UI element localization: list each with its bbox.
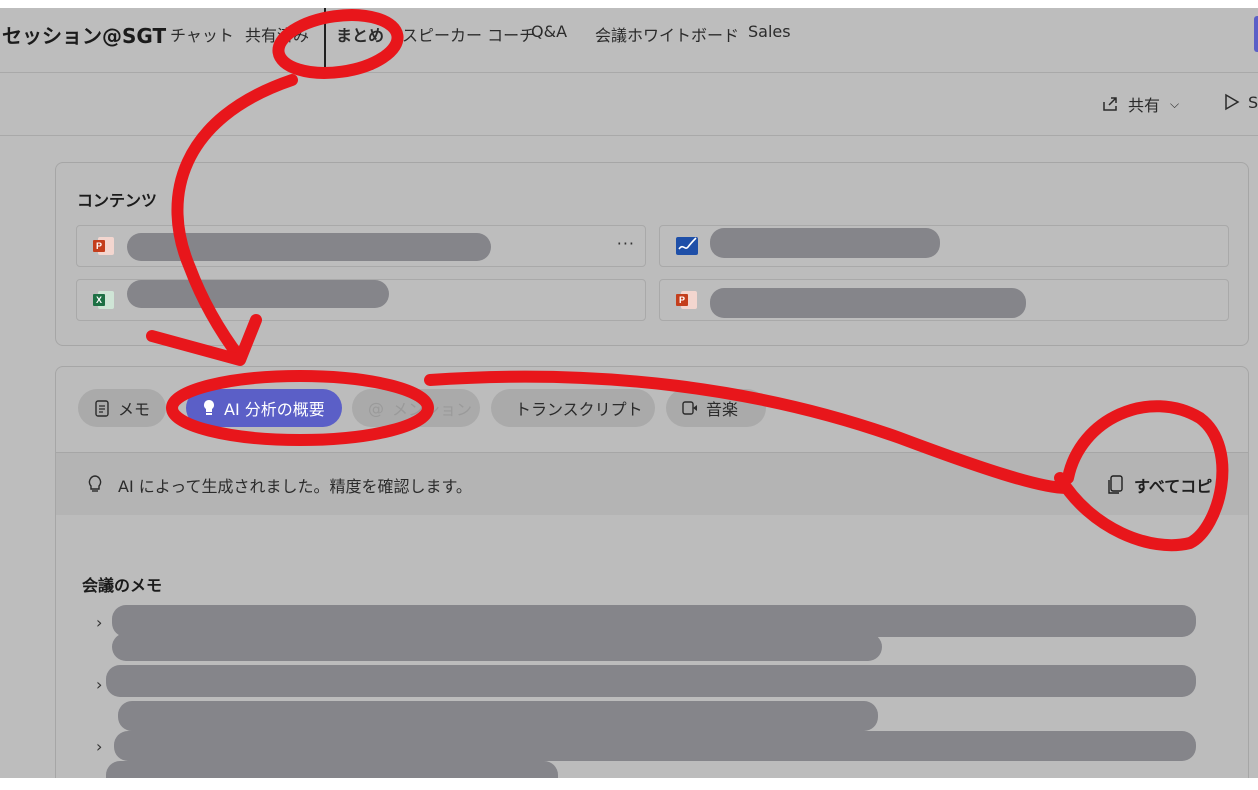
powerpoint-icon: P <box>93 237 114 255</box>
redacted-note <box>118 701 878 731</box>
file-tile[interactable]: P ··· <box>76 225 646 267</box>
file-tile[interactable]: P <box>659 279 1229 321</box>
at-icon: @ <box>368 398 384 418</box>
content-section-title: コンテンツ <box>77 191 158 210</box>
share-label: 共有 <box>1128 96 1161 115</box>
tab-whiteboard[interactable]: 会議ホワイトボード <box>595 22 739 46</box>
meeting-notes-title: 会議のメモ <box>82 576 163 595</box>
ai-notice-bar: AI によって生成されました。精度を確認します。 すべてコピ <box>56 452 1248 515</box>
redacted-file-name <box>127 233 491 261</box>
tab-audio-label: 音楽 <box>706 400 739 419</box>
meeting-title: セッション@SGT <box>2 24 167 48</box>
ai-notice-text: AI によって生成されました。精度を確認します。 <box>118 477 472 496</box>
redacted-note <box>106 665 1196 697</box>
tab-sales[interactable]: Sales <box>748 22 791 41</box>
tab-speaker-coach[interactable]: スピーカー コーチ <box>402 22 535 46</box>
share-button[interactable]: 共有 ⌵ <box>1100 92 1179 116</box>
play-icon <box>1225 93 1240 111</box>
content-card: コンテンツ P ··· X P <box>55 162 1249 346</box>
tab-notes-label: メモ <box>117 400 150 419</box>
teams-meeting-window: セッション@SGT チャット 共有済み まとめ スピーカー コーチ Q&A 会議… <box>0 8 1258 778</box>
tab-transcript-label: トランスクリプト <box>515 400 643 419</box>
tab-mentions[interactable]: @ メンション <box>352 389 480 427</box>
svg-text:P: P <box>96 241 102 251</box>
tab-recap[interactable]: まとめ <box>336 22 384 46</box>
play-label: S <box>1248 92 1258 112</box>
file-tile[interactable] <box>659 225 1229 267</box>
lightbulb-icon <box>88 475 102 492</box>
meeting-header: セッション@SGT チャット 共有済み まとめ スピーカー コーチ Q&A 会議… <box>0 8 1258 73</box>
redacted-note <box>112 633 882 661</box>
tab-ai-summary-label: AI 分析の概要 <box>224 400 325 419</box>
recap-card: メモ AI 分析の概要 @ メンション トランスクリプト 音楽 AI によって生… <box>55 366 1249 778</box>
file-tile[interactable]: X <box>76 279 646 321</box>
whiteboard-icon <box>676 237 698 255</box>
chevron-right-icon[interactable]: › <box>96 675 102 694</box>
more-options-icon[interactable]: ··· <box>617 234 635 253</box>
lightbulb-icon <box>204 400 214 415</box>
redacted-note <box>114 731 1196 761</box>
chevron-right-icon[interactable]: › <box>96 613 102 632</box>
tab-ai-summary[interactable]: AI 分析の概要 <box>186 389 342 427</box>
svg-text:X: X <box>96 295 102 305</box>
tab-notes[interactable]: メモ <box>78 389 166 427</box>
tab-chat[interactable]: チャット <box>170 22 234 46</box>
tab-shared[interactable]: 共有済み <box>245 22 309 46</box>
active-tab-indicator <box>338 66 374 70</box>
redacted-note <box>106 761 558 778</box>
share-icon <box>1103 97 1117 111</box>
join-button-edge[interactable] <box>1254 16 1258 52</box>
redacted-file-name <box>127 280 389 308</box>
tab-audio[interactable]: 音楽 <box>666 389 766 427</box>
tab-mentions-label: メンション <box>392 400 473 419</box>
svg-text:P: P <box>679 295 685 305</box>
copy-icon <box>1108 475 1123 494</box>
powerpoint-icon: P <box>676 291 697 309</box>
notes-icon <box>95 400 109 417</box>
tab-qa[interactable]: Q&A <box>531 22 567 41</box>
recap-toolbar: 共有 ⌵ S <box>0 72 1258 136</box>
copy-all-label: すべてコピ <box>1134 477 1213 496</box>
redacted-file-name <box>710 288 1026 318</box>
tab-transcript[interactable]: トランスクリプト <box>491 389 655 427</box>
chevron-right-icon[interactable]: › <box>96 737 102 756</box>
excel-icon: X <box>93 291 114 309</box>
chevron-down-icon: ⌵ <box>1170 96 1180 111</box>
redacted-file-name <box>710 228 940 258</box>
play-button[interactable]: S <box>1222 92 1258 112</box>
copy-all-button[interactable]: すべてコピ <box>1108 473 1212 497</box>
audio-icon <box>682 401 697 415</box>
